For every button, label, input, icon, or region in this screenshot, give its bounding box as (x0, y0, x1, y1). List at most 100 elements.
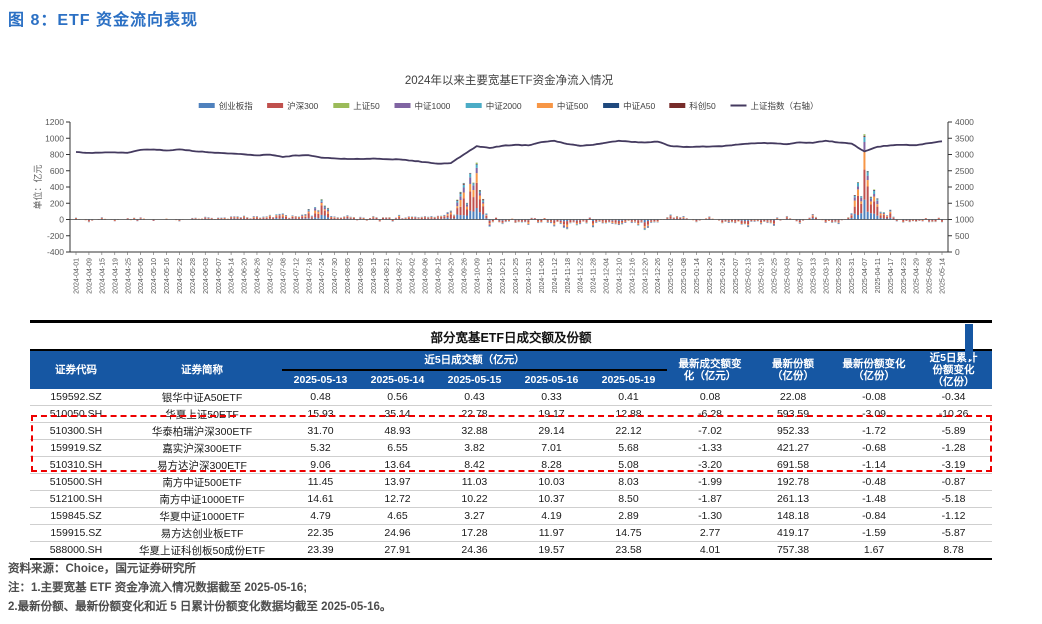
cell-value: -0.34 (915, 389, 993, 407)
svg-text:600: 600 (50, 166, 64, 176)
cell-value: 14.75 (590, 524, 668, 543)
cell-value: 691.58 (753, 456, 834, 475)
cell-value: 23.58 (615, 544, 642, 557)
svg-text:3000: 3000 (955, 150, 974, 160)
svg-text:2025-01-08: 2025-01-08 (681, 258, 688, 294)
svg-text:2025-02-13: 2025-02-13 (746, 258, 753, 294)
table-row: 588000.SH 华夏上证科创板50成份ETF 23.39 27.91 24.36 19… (30, 542, 992, 560)
cell-value: 0.43 (436, 389, 513, 407)
svg-text:2025-01-20: 2025-01-20 (707, 258, 714, 294)
cell-value: 11.03 (436, 473, 513, 492)
svg-text:2024-05-16: 2024-05-16 (164, 258, 171, 294)
cell-value: 11.45 (282, 473, 359, 492)
cell-value: 419.17 (753, 524, 834, 543)
cell-value: 593.59 (753, 405, 834, 424)
cell-value: -1.59 (833, 524, 916, 543)
svg-text:0: 0 (59, 215, 64, 225)
security-name: 华夏上证50ETF (122, 405, 282, 424)
cell-value: -1.48 (833, 490, 916, 509)
table-row: 510300.SH 华泰柏瑞沪深300ETF 31.70 48.93 32.88 29.1… (30, 422, 993, 441)
security-name: 华泰柏瑞沪深300ETF (122, 422, 282, 441)
svg-text:200: 200 (50, 198, 64, 208)
cell-value: 261.13 (753, 490, 834, 509)
svg-text:2024-06-20: 2024-06-20 (242, 258, 249, 294)
cell-value: 12.88 (590, 405, 668, 424)
cell-value: 7.01 (513, 439, 590, 458)
svg-text:中证500: 中证500 (557, 101, 588, 111)
svg-text:2025-05-08: 2025-05-08 (927, 258, 934, 294)
svg-text:2025-01-14: 2025-01-14 (694, 258, 701, 294)
cell-value: 14.61 (282, 490, 359, 509)
note-line-1: 注：1.主要宽基 ETF 资金净流入情况数据截至 2025-05-16; (8, 582, 308, 594)
etf-volume-share-table: 证券代码 证券简称 近5日成交额（亿元） 最新成交额变 化（亿元） 最新份额 （亿份）最… (30, 349, 993, 561)
cell-value: 15.93 (282, 405, 359, 424)
svg-text:2025-04-23: 2025-04-23 (901, 258, 908, 294)
col-header-right-3: 近5日累计 份额变化 （亿份） (915, 350, 993, 390)
svg-text:2024-07-12: 2024-07-12 (293, 258, 300, 294)
col-header-code: 证券代码 (30, 350, 122, 390)
cell-value: -5.87 (915, 524, 993, 543)
svg-text:2024-08-05: 2024-08-05 (345, 258, 352, 294)
cell-value: -1.14 (833, 456, 916, 475)
table-row: 159592.SZ 银华中证A50ETF 0.48 0.56 0.43 0.33 0.41 0… (30, 389, 993, 407)
cell-value: -3.20 (667, 456, 754, 475)
cell-value: 0.48 (282, 389, 359, 407)
svg-text:单位：亿元: 单位：亿元 (32, 164, 43, 209)
cell-value: 19.57 (538, 544, 565, 557)
cell-value: 0.41 (590, 389, 668, 407)
svg-text:2024-07-18: 2024-07-18 (306, 258, 313, 294)
svg-text:2025-03-25: 2025-03-25 (836, 258, 843, 294)
cell-value: 192.78 (753, 473, 834, 492)
cell-value: -1.28 (915, 439, 993, 458)
svg-text:中证2000: 中证2000 (486, 101, 522, 111)
cell-value: 2.89 (590, 507, 668, 526)
col-header-date-1: 2025-05-14 (359, 370, 436, 390)
footer-notes: 资料来源：Choice，国元证券研究所 注：1.主要宽基 ETF 资金净流入情况… (8, 560, 391, 617)
table-row: 510310.SH 易方达沪深300ETF 9.06 13.64 8.42 8.28 5.0… (30, 456, 993, 475)
source-line: 资料来源：Choice，国元证券研究所 (8, 563, 196, 575)
cell-value: 12.72 (359, 490, 436, 509)
svg-text:2025-03-31: 2025-03-31 (849, 258, 856, 294)
table-row: 159915.SZ 易方达创业板ETF 22.35 24.96 17.28 11.97 14… (30, 524, 993, 543)
svg-text:2025-04-17: 2025-04-17 (888, 258, 895, 294)
cell-value: 5.32 (282, 439, 359, 458)
cell-value: -0.48 (833, 473, 916, 492)
svg-text:500: 500 (955, 231, 969, 241)
cell-value: 8.28 (513, 456, 590, 475)
col-header-date-3: 2025-05-16 (513, 370, 590, 390)
cell-value: 29.14 (513, 422, 590, 441)
etf-netflow-chart: 2024年以来主要宽基ETF资金净流入情况 创业板指 沪深300 上证50 中证1000… (28, 44, 988, 322)
svg-text:2024-07-08: 2024-07-08 (280, 258, 287, 294)
cell-value: -6.28 (667, 405, 754, 424)
svg-text:2024-04-25: 2024-04-25 (125, 258, 132, 294)
cell-value: 0.08 (667, 389, 754, 407)
cell-value: 24.36 (461, 544, 488, 557)
svg-text:上证指数（右轴）: 上证指数（右轴） (751, 101, 819, 111)
svg-text:沪深300: 沪深300 (287, 101, 318, 111)
cell-value: 952.33 (753, 422, 834, 441)
cell-value: 22.08 (753, 389, 834, 407)
svg-text:2024-12-04: 2024-12-04 (604, 258, 611, 294)
security-code: 510500.SH (30, 473, 122, 492)
cell-value: 4.19 (513, 507, 590, 526)
svg-text:2024-06-07: 2024-06-07 (216, 258, 223, 294)
cell-value: 4.01 (699, 544, 721, 557)
cell-value: 48.93 (359, 422, 436, 441)
cell-value: 1.67 (863, 544, 885, 557)
security-code: 512100.SH (30, 490, 122, 509)
security-name: 南方中证500ETF (122, 473, 282, 492)
svg-text:2024-12-10: 2024-12-10 (616, 258, 623, 294)
cell-value: 3.27 (436, 507, 513, 526)
svg-text:2024-09-20: 2024-09-20 (448, 258, 455, 294)
cell-value: 32.88 (436, 422, 513, 441)
svg-text:2024-05-28: 2024-05-28 (190, 258, 197, 294)
svg-text:科创50: 科创50 (689, 101, 716, 111)
svg-text:2024年以来主要宽基ETF资金净流入情况: 2024年以来主要宽基ETF资金净流入情况 (405, 73, 614, 87)
svg-text:3500: 3500 (955, 133, 974, 143)
svg-text:800: 800 (50, 150, 64, 160)
col-header-right-2: 最新份额变化 （亿份） (833, 350, 916, 390)
cell-value: -5.18 (915, 490, 993, 509)
security-code: 510050.SH (30, 405, 122, 424)
etf-table-block: 部分宽基ETF日成交额及份额 证券代码 证券简称 近5日成交额（亿元） 最新成交额变 … (30, 320, 993, 561)
svg-text:创业板指: 创业板指 (219, 101, 254, 111)
